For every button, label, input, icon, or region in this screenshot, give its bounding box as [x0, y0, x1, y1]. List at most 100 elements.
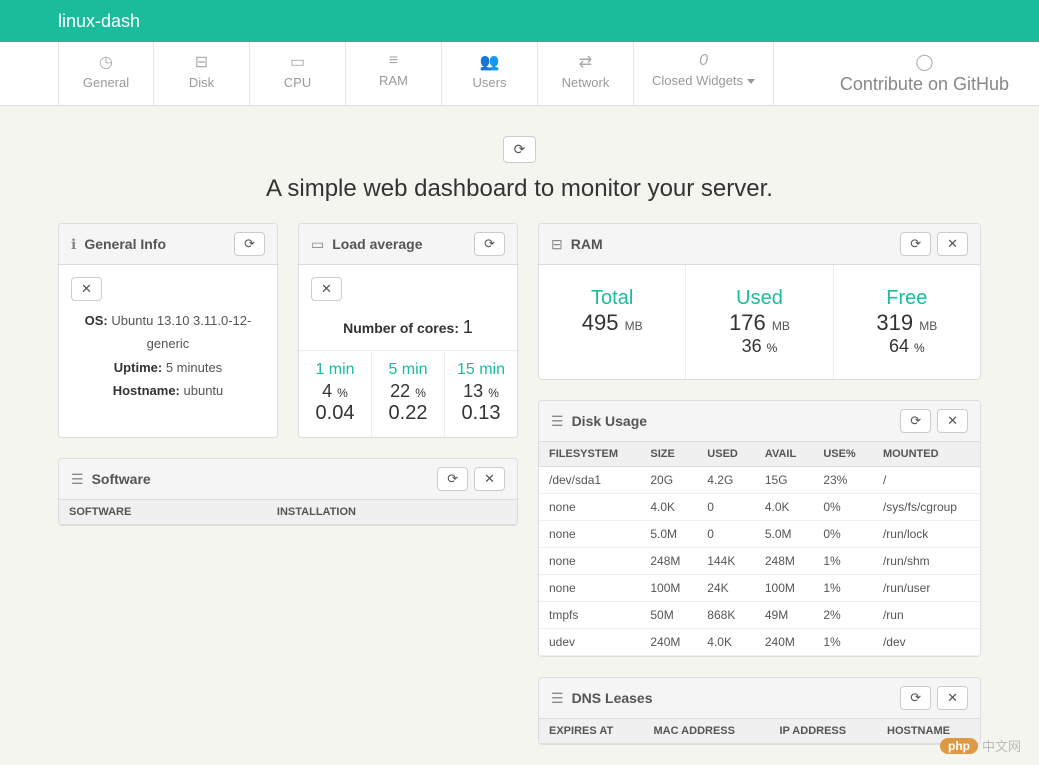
ram-grid: Total495 MB Used176 MB36 % Free319 MB64 … — [539, 265, 980, 379]
panel-title: RAM — [571, 236, 894, 252]
th: AVAIL — [755, 442, 813, 467]
th: IP ADDRESS — [769, 719, 877, 744]
refresh-icon: ⟳ — [910, 690, 921, 706]
exchange-icon: ⇄ — [556, 52, 615, 72]
contribute-link[interactable]: ◯ Contribute on GitHub — [810, 42, 1039, 105]
close-button[interactable]: ✕ — [474, 467, 505, 491]
close-icon: ✕ — [81, 281, 92, 296]
info-icon: ℹ — [71, 236, 76, 253]
table-row: none5.0M05.0M0%/run/lock — [539, 521, 980, 548]
os-value: Ubuntu 13.10 3.11.0-12-generic — [111, 313, 251, 351]
panel-title: Disk Usage — [572, 413, 895, 429]
hostname-value: ubuntu — [184, 383, 224, 398]
list-icon: ☰ — [71, 471, 84, 488]
main-nav: ◷General ⊟Disk ▭CPU ≡RAM 👥Users ⇄Network… — [0, 42, 1039, 106]
table-row: /dev/sda120G4.2G15G23%/ — [539, 467, 980, 494]
refresh-button[interactable]: ⟳ — [234, 232, 265, 256]
close-icon: ✕ — [947, 236, 958, 252]
refresh-icon: ⟳ — [514, 141, 526, 157]
tasks-icon: ⊟ — [551, 236, 563, 253]
nav-network[interactable]: ⇄Network — [538, 42, 634, 105]
watermark: php 中文网 — [940, 736, 1021, 755]
refresh-button[interactable]: ⟳ — [474, 232, 505, 256]
close-button[interactable]: ✕ — [937, 409, 968, 433]
chevron-down-icon — [747, 79, 755, 84]
load-1min: 1 min4 %0.04 — [299, 351, 372, 437]
panel-title: Software — [92, 471, 432, 487]
software-table: SOFTWARE INSTALLATION — [59, 500, 517, 525]
table-row: none100M24K100M1%/run/user — [539, 575, 980, 602]
cores-label: Number of cores: — [343, 320, 459, 336]
close-button[interactable]: ✕ — [311, 277, 342, 301]
brand[interactable]: linux-dash — [58, 11, 140, 32]
refresh-all-button[interactable]: ⟳ — [503, 136, 537, 163]
hero-title: A simple web dashboard to monitor your s… — [0, 175, 1039, 203]
refresh-icon: ⟳ — [244, 236, 255, 252]
panel-disk-usage: ☰ Disk Usage ⟳ ✕ FILESYSTEMSIZEUSEDAVAIL… — [538, 400, 981, 657]
refresh-button[interactable]: ⟳ — [437, 467, 468, 491]
tasks-icon: ≡ — [364, 52, 423, 70]
topbar: linux-dash — [0, 0, 1039, 42]
ram-total: Total495 MB — [539, 265, 686, 379]
os-label: OS: — [85, 313, 108, 328]
panel-ram: ⊟ RAM ⟳ ✕ Total495 MB Used176 MB36 % Fre… — [538, 223, 981, 380]
refresh-button[interactable]: ⟳ — [900, 232, 931, 256]
close-button[interactable]: ✕ — [937, 686, 968, 710]
nav-users[interactable]: 👥Users — [442, 42, 538, 105]
close-button[interactable]: ✕ — [71, 277, 102, 301]
refresh-icon: ⟳ — [910, 413, 921, 429]
th: USED — [697, 442, 755, 467]
ram-free: Free319 MB64 % — [834, 265, 980, 379]
close-button[interactable]: ✕ — [937, 232, 968, 256]
table-row: udev240M4.0K240M1%/dev — [539, 629, 980, 656]
th-installation: INSTALLATION — [267, 500, 517, 525]
panel-title: General Info — [84, 236, 228, 252]
close-icon: ✕ — [947, 690, 958, 706]
nav-general[interactable]: ◷General — [58, 42, 154, 105]
refresh-icon: ⟳ — [484, 236, 495, 252]
refresh-button[interactable]: ⟳ — [900, 409, 931, 433]
dns-table: EXPIRES ATMAC ADDRESSIP ADDRESSHOSTNAME — [539, 719, 980, 744]
panel-general-info: ℹ General Info ⟳ ✕ OS: Ubuntu 13.10 3.11… — [58, 223, 278, 438]
hdd-icon: ⊟ — [172, 52, 231, 72]
disk-table: FILESYSTEMSIZEUSEDAVAILUSE%MOUNTED /dev/… — [539, 442, 980, 656]
nav-closed-widgets[interactable]: 0Closed Widgets — [634, 42, 774, 105]
th: EXPIRES AT — [539, 719, 643, 744]
laptop-icon: ▭ — [268, 52, 327, 72]
close-icon: ✕ — [321, 281, 332, 296]
users-icon: 👥 — [460, 52, 519, 72]
load-15min: 15 min13 %0.13 — [445, 351, 517, 437]
close-icon: ✕ — [484, 471, 495, 487]
th: MAC ADDRESS — [643, 719, 769, 744]
refresh-icon: ⟳ — [910, 236, 921, 252]
panel-title: Load average — [332, 236, 468, 252]
dashboard-icon: ◷ — [77, 52, 135, 72]
th-software: SOFTWARE — [59, 500, 267, 525]
table-row: none4.0K04.0K0%/sys/fs/cgroup — [539, 494, 980, 521]
th: FILESYSTEM — [539, 442, 640, 467]
nav-cpu[interactable]: ▭CPU — [250, 42, 346, 105]
panel-software: ☰ Software ⟳ ✕ SOFTWARE INSTALLATION — [58, 458, 518, 526]
close-icon: ✕ — [947, 413, 958, 429]
uptime-label: Uptime: — [114, 360, 162, 375]
refresh-icon: ⟳ — [447, 471, 458, 487]
list-icon: ☰ — [551, 413, 564, 430]
github-icon: ◯ — [840, 52, 1009, 72]
hostname-label: Hostname: — [113, 383, 180, 398]
uptime-value: 5 minutes — [166, 360, 222, 375]
refresh-button[interactable]: ⟳ — [900, 686, 931, 710]
table-row: tmpfs50M868K49M2%/run — [539, 602, 980, 629]
nav-disk[interactable]: ⊟Disk — [154, 42, 250, 105]
nav-ram[interactable]: ≡RAM — [346, 42, 442, 105]
load-grid: 1 min4 %0.04 5 min22 %0.22 15 min13 %0.1… — [299, 350, 517, 437]
th: SIZE — [640, 442, 697, 467]
table-row: none248M144K248M1%/run/shm — [539, 548, 980, 575]
panel-title: DNS Leases — [572, 690, 895, 706]
panel-load-average: ▭ Load average ⟳ ✕ Number of cores: 1 1 … — [298, 223, 518, 438]
load-5min: 5 min22 %0.22 — [372, 351, 445, 437]
th: USE% — [813, 442, 873, 467]
list-icon: ☰ — [551, 690, 564, 707]
ram-used: Used176 MB36 % — [686, 265, 833, 379]
laptop-icon: ▭ — [311, 236, 324, 253]
cores-value: 1 — [463, 317, 473, 337]
